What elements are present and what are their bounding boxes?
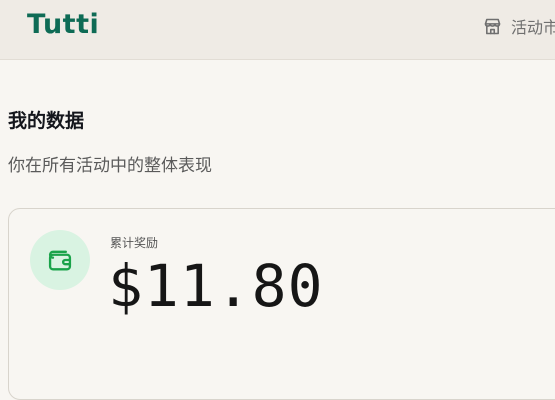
wallet-icon — [48, 250, 72, 271]
wallet-icon-badge — [30, 230, 90, 290]
top-bar: Tutti 活动市场 — [0, 0, 555, 60]
page-title: 我的数据 — [8, 110, 85, 132]
nav-activity-label: 活动市场 — [511, 18, 555, 37]
store-icon — [484, 18, 501, 34]
rewards-value: $11.80 — [108, 252, 324, 320]
nav-activity-market[interactable]: 活动市场 — [482, 14, 555, 38]
rewards-label: 累计奖励 — [110, 236, 159, 250]
page-subtitle: 你在所有活动中的整体表现 — [8, 156, 212, 176]
logo[interactable]: Tutti — [27, 9, 99, 40]
rewards-stat-card: 累计奖励 $11.80 — [8, 208, 555, 400]
